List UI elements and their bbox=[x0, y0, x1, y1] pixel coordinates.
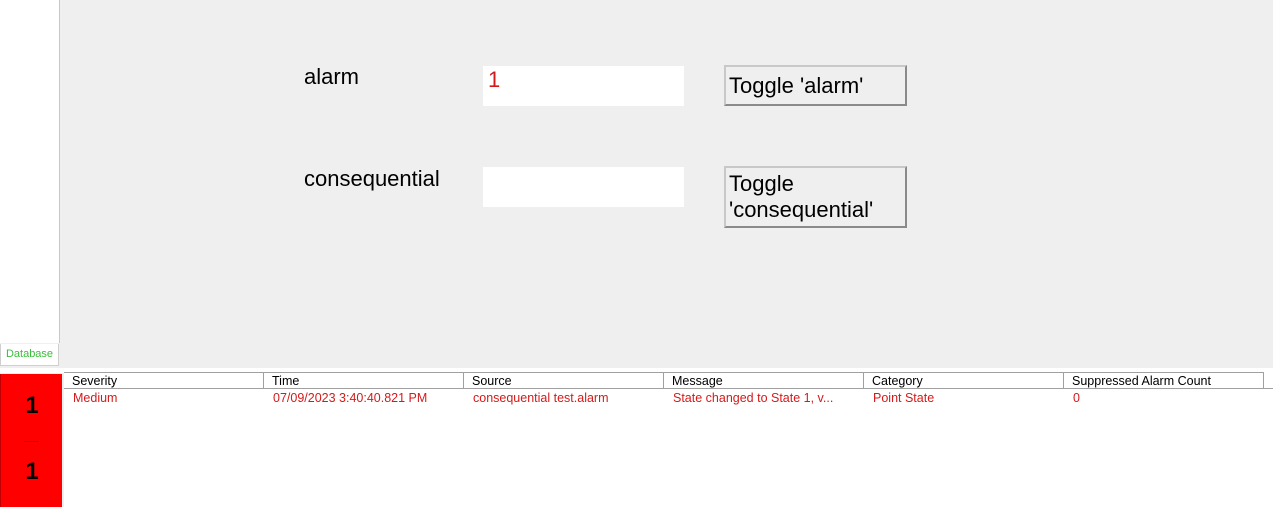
consequential-label: consequential bbox=[304, 166, 440, 191]
toggle-consequential-button[interactable]: Toggle 'consequential' bbox=[724, 166, 907, 228]
alarm-table-header: Severity Time Source Message Category Su… bbox=[64, 372, 1273, 389]
column-header-severity[interactable]: Severity bbox=[64, 372, 264, 389]
tab-database[interactable]: Database bbox=[0, 344, 59, 366]
column-header-time[interactable]: Time bbox=[264, 372, 464, 389]
consequential-value-field bbox=[483, 167, 684, 207]
count-separator bbox=[24, 441, 39, 442]
toggle-alarm-button[interactable]: Toggle 'alarm' bbox=[724, 65, 907, 106]
alarm-label: alarm bbox=[304, 64, 360, 89]
cell-suppressed-count: 0 bbox=[1073, 391, 1080, 405]
cell-severity: Medium bbox=[73, 391, 118, 405]
column-header-category[interactable]: Category bbox=[864, 372, 1064, 389]
unacknowledged-alarm-count: 1 bbox=[25, 458, 39, 485]
graphics-panel: alarm 1 Toggle 'alarm' consequential Tog… bbox=[60, 0, 1273, 368]
cell-time: 07/09/2023 3:40:40.821 PM bbox=[273, 391, 428, 405]
cell-message: State changed to State 1, v... bbox=[673, 391, 834, 405]
column-header-source[interactable]: Source bbox=[464, 372, 664, 389]
alarm-value-field: 1 bbox=[483, 66, 684, 106]
active-alarm-count: 1 bbox=[25, 392, 39, 419]
cell-source: consequential test.alarm bbox=[473, 391, 609, 405]
alarm-table[interactable]: Severity Time Source Message Category Su… bbox=[64, 372, 1273, 507]
cell-category: Point State bbox=[873, 391, 935, 405]
column-header-suppressed-count[interactable]: Suppressed Alarm Count bbox=[1064, 372, 1264, 389]
alarm-count-indicator[interactable]: 1 1 bbox=[0, 374, 62, 507]
column-header-message[interactable]: Message bbox=[664, 372, 864, 389]
database-tree-panel[interactable] bbox=[0, 0, 60, 343]
